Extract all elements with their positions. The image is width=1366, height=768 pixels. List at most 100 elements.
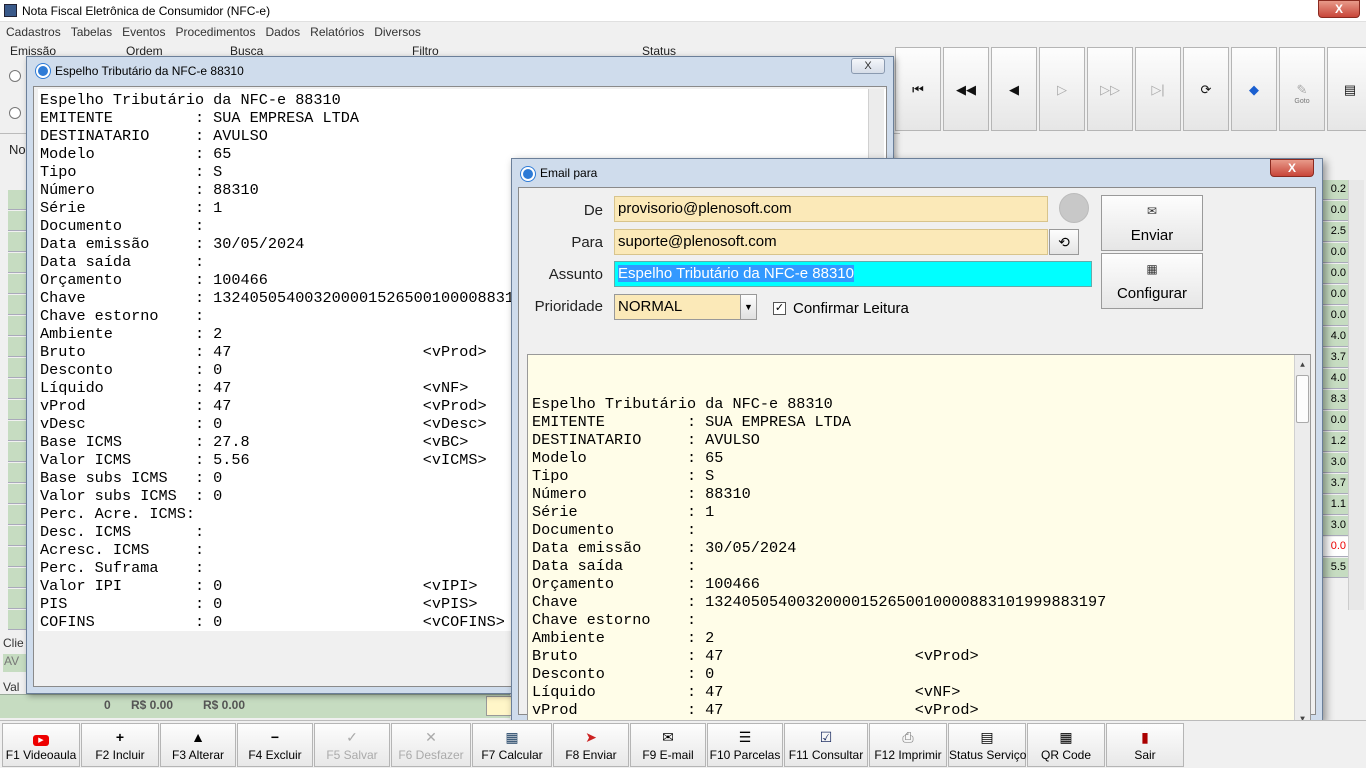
para-label: Para <box>571 234 603 251</box>
grid-row-marker[interactable] <box>8 484 26 504</box>
email-body-text[interactable]: Espelho Tributário da NFC-e 88310 EMITENT… <box>527 354 1311 728</box>
emissao-radio-2[interactable] <box>9 107 21 119</box>
email-body: De provisorio@plenosoft.com Para suporte… <box>518 187 1316 728</box>
goto-button[interactable]: ✎ Goto <box>1279 47 1325 131</box>
next-icon[interactable]: ▷ <box>1039 47 1085 131</box>
window-app-icon <box>36 64 50 78</box>
fkey-button-f10-parcelas[interactable]: ☰ F10 Parcelas <box>707 723 783 767</box>
fkey-button-f7-calcular[interactable]: ▦ F7 Calcular <box>472 723 552 767</box>
para-field[interactable]: suporte@plenosoft.com <box>614 229 1048 255</box>
fkey-button-f1-videoaula[interactable]: ▶ F1 Videoaula <box>2 723 80 767</box>
fkey-button-sair[interactable]: ▮ Sair <box>1106 723 1184 767</box>
fkey-button-qr-code[interactable]: ▦ QR Code <box>1027 723 1105 767</box>
prioridade-label: Prioridade <box>534 298 603 315</box>
refresh-icon[interactable]: ⟳ <box>1183 47 1229 131</box>
grid-row-marker[interactable] <box>8 442 26 462</box>
grid-row-marker[interactable] <box>8 253 26 273</box>
espelho-close-button[interactable]: X <box>851 58 885 74</box>
assunto-field[interactable]: Espelho Tributário da NFC-e 88310 <box>614 261 1092 287</box>
enviar-button[interactable]: ✉ Enviar <box>1101 195 1203 251</box>
tag-icon[interactable]: ◆ <box>1231 47 1277 131</box>
grid-row-marker[interactable] <box>8 232 26 252</box>
grid-row-marker[interactable] <box>8 400 26 420</box>
fkey-button-f6-desfazer[interactable]: ✕ F6 Desfazer <box>391 723 471 767</box>
form-view-icon[interactable]: ▤ <box>1327 47 1366 131</box>
espelho-line: Espelho Tributário da NFC-e 88310 <box>40 91 341 109</box>
grid-row-marker[interactable] <box>8 211 26 231</box>
youtube-icon: ▶ <box>3 729 79 747</box>
fkey-button-f4-excluir[interactable]: − F4 Excluir <box>237 723 313 767</box>
grid-scrollbar[interactable] <box>1348 180 1364 610</box>
fkey-button-f9-e-mail[interactable]: ✉ F9 E-mail <box>630 723 706 767</box>
email-body-line: Tipo : S <box>532 467 715 485</box>
grid-row-marker[interactable] <box>8 358 26 378</box>
grid-row-marker[interactable] <box>8 463 26 483</box>
grid-row-marker[interactable] <box>8 568 26 588</box>
grid-row-marker[interactable] <box>8 421 26 441</box>
goto-label: Goto <box>1294 98 1310 105</box>
configurar-button[interactable]: ▦ Configurar <box>1101 253 1203 309</box>
assunto-label: Assunto <box>548 266 603 283</box>
grid-row-marker[interactable] <box>8 610 26 630</box>
fkey-button-f11-consultar[interactable]: ☑ F11 Consultar <box>784 723 868 767</box>
confirmar-leitura-checkbox[interactable]: ✓ <box>773 302 786 315</box>
contacts-icon[interactable]: ⟲ <box>1049 229 1079 255</box>
menu-tabelas[interactable]: Tabelas <box>65 22 116 39</box>
prev-icon[interactable]: ◀ <box>991 47 1037 131</box>
totals-value-2: R$ 0.00 <box>203 698 246 712</box>
fkey-button-f12-imprimir[interactable]: ⎙ F12 Imprimir <box>869 723 947 767</box>
email-body-scrollbar[interactable]: ▲ ▼ <box>1294 355 1310 727</box>
fkey-button-f5-salvar[interactable]: ✓ F5 Salvar <box>314 723 390 767</box>
menu-procedimentos[interactable]: Procedimentos <box>169 22 259 39</box>
grid-row-marker[interactable] <box>8 547 26 567</box>
email-close-button[interactable]: X <box>1270 159 1314 177</box>
scroll-up-icon[interactable]: ▲ <box>1295 357 1310 371</box>
scroll-thumb[interactable] <box>1296 375 1309 423</box>
fkey-label: F12 Imprimir <box>874 748 942 762</box>
last-record-icon[interactable]: ▷| <box>1135 47 1181 131</box>
grid-row-marker[interactable] <box>8 274 26 294</box>
fkey-button-status-servi-o[interactable]: ▤ Status Serviço <box>948 723 1026 767</box>
email-body-line: Chave estorno : <box>532 611 697 629</box>
main-title-bar: Nota Fiscal Eletrônica de Consumidor (NF… <box>0 0 1366 22</box>
first-record-icon[interactable]: ⏮ <box>895 47 941 131</box>
list-icon: ☰ <box>738 729 752 745</box>
fkey-button-f8-enviar[interactable]: ➤ F8 Enviar <box>553 723 629 767</box>
menu-eventos[interactable]: Eventos <box>116 22 169 39</box>
fkey-label: QR Code <box>1040 748 1092 762</box>
main-close-button[interactable]: X <box>1318 0 1360 18</box>
no-label: No <box>9 142 26 157</box>
prioridade-select[interactable]: NORMAL ▼ <box>614 294 757 320</box>
menu-relatorios[interactable]: Relatórios <box>304 22 368 39</box>
fkey-button-f2-incluir[interactable]: + F2 Incluir <box>81 723 159 767</box>
rewind-icon[interactable]: ◀◀ <box>943 47 989 131</box>
email-window-icon <box>521 167 535 181</box>
email-body-line: Data emissão : 30/05/2024 <box>532 539 797 557</box>
grid-row-marker[interactable] <box>8 526 26 546</box>
menu-dados[interactable]: Dados <box>259 22 304 39</box>
value-label: Val <box>3 680 20 694</box>
emissao-radio[interactable] <box>9 70 21 82</box>
check-doc-icon: ☑ <box>819 729 833 745</box>
email-window-title: Email para <box>540 166 598 180</box>
grid-row-marker[interactable] <box>8 337 26 357</box>
grid-row-marker[interactable] <box>8 316 26 336</box>
espelho-line: EMITENTE : SUA EMPRESA LTDA <box>40 109 359 127</box>
menu-diversos[interactable]: Diversos <box>368 22 425 39</box>
grid-row-marker[interactable] <box>8 190 26 210</box>
email-body-line: Chave : 13240505400320000152650010000883… <box>532 593 1107 611</box>
chevron-down-icon[interactable]: ▼ <box>740 295 756 319</box>
plus-icon: + <box>115 729 125 745</box>
yellow-field[interactable] <box>486 696 514 716</box>
menu-cadastros[interactable]: Cadastros <box>0 22 65 39</box>
de-field[interactable]: provisorio@plenosoft.com <box>614 196 1048 222</box>
check-icon: ✓ <box>346 729 358 745</box>
grid-row-marker[interactable] <box>8 379 26 399</box>
email-body-line: vProd : 47 <vProd> <box>532 701 979 719</box>
fkey-label: F9 E-mail <box>642 748 694 762</box>
fast-forward-icon[interactable]: ▷▷ <box>1087 47 1133 131</box>
grid-row-marker[interactable] <box>8 589 26 609</box>
grid-row-marker[interactable] <box>8 295 26 315</box>
fkey-button-f3-alterar[interactable]: ▲ F3 Alterar <box>160 723 236 767</box>
grid-row-marker[interactable] <box>8 505 26 525</box>
